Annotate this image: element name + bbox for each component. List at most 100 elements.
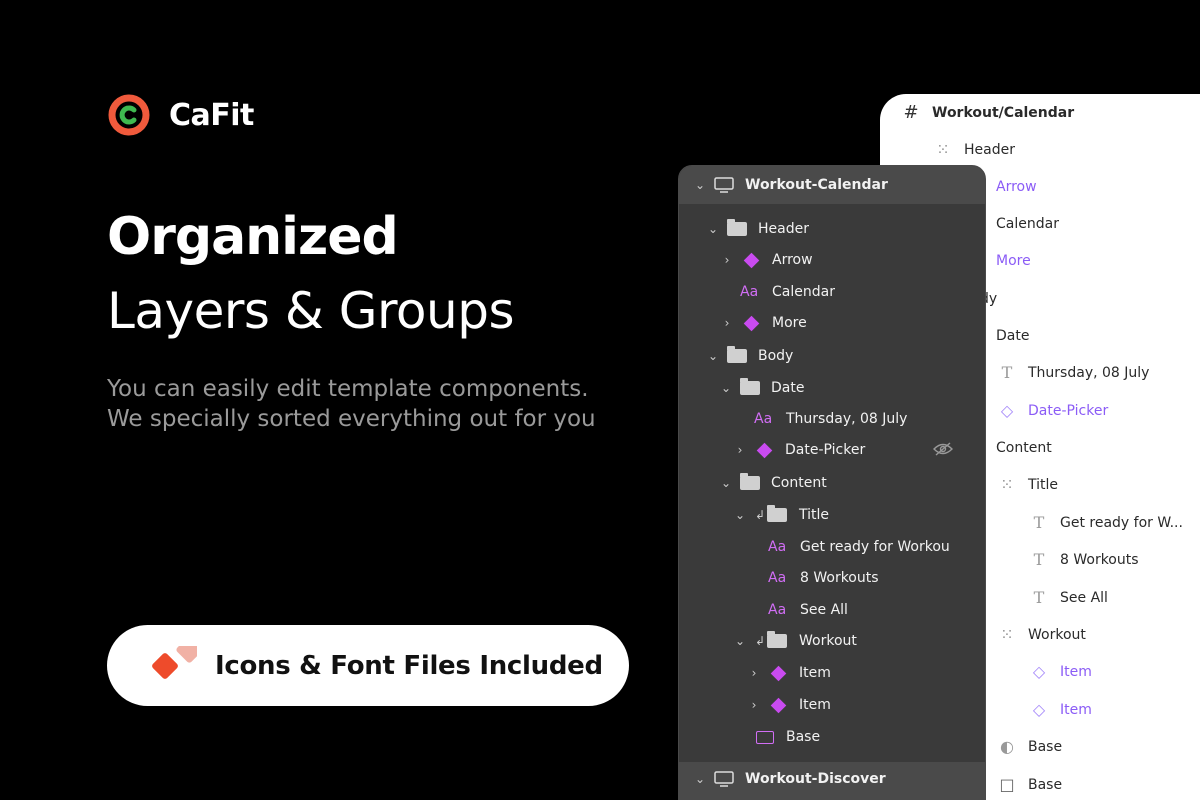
component-diamond-icon bbox=[767, 665, 789, 681]
chevron-down-icon[interactable]: ⌄ bbox=[693, 178, 707, 192]
light-panel-title: Workout/Calendar bbox=[932, 104, 1075, 121]
dark-layer-base[interactable]: Base bbox=[754, 721, 820, 753]
dark-layer-more[interactable]: › More bbox=[720, 307, 807, 339]
subtitle: You can easily edit template components.… bbox=[107, 374, 627, 434]
dark-layer-label: Arrow bbox=[772, 252, 813, 268]
light-layer-thursday[interactable]: T Thursday, 08 July bbox=[998, 354, 1150, 391]
light-layer-label: 8 Workouts bbox=[1060, 551, 1139, 568]
text-aa-icon: Aa bbox=[740, 284, 759, 300]
dark-layer-date[interactable]: ⌄ Date bbox=[719, 372, 804, 404]
brand-name: CaFit bbox=[169, 97, 254, 133]
monitor-icon bbox=[713, 177, 735, 193]
dark-layer-item[interactable]: › Item bbox=[747, 657, 831, 689]
auto-layout-folder-icon: ↲ bbox=[753, 505, 789, 523]
dark-layer-see-all[interactable]: Aa See All bbox=[768, 594, 848, 626]
dark-layer-title[interactable]: ⌄ ↲ Title bbox=[733, 499, 829, 531]
dark-layer-date-picker[interactable]: › Date-Picker bbox=[733, 434, 973, 466]
chevron-down-icon[interactable]: ⌄ bbox=[733, 634, 747, 648]
dark-layer-workout[interactable]: ⌄ ↲ Workout bbox=[733, 625, 857, 657]
chevron-down-icon[interactable]: ⌄ bbox=[733, 508, 747, 522]
rectangle-icon: □ bbox=[999, 775, 1015, 794]
light-layer-date[interactable]: Date bbox=[996, 317, 1029, 354]
dark-layer-label: Content bbox=[771, 475, 827, 491]
component-diamond-icon bbox=[740, 315, 762, 331]
dark-panel-title: Workout-Calendar bbox=[745, 177, 888, 193]
text-aa-icon: Aa bbox=[768, 602, 787, 618]
dark-layer-label: Item bbox=[799, 697, 831, 713]
dark-layer-header[interactable]: ⌄ Header bbox=[706, 213, 809, 245]
light-layer-label: Date-Picker bbox=[1028, 402, 1109, 419]
dark-layer-label: Base bbox=[786, 729, 821, 745]
light-layer-base[interactable]: ◐ Base bbox=[998, 728, 1062, 765]
light-layer-title[interactable]: ⁙ Title bbox=[998, 466, 1058, 503]
light-layer-label: More bbox=[996, 252, 1031, 269]
light-layer-workout[interactable]: ⁙ Workout bbox=[998, 616, 1086, 653]
text-aa-icon: Aa bbox=[754, 411, 773, 427]
chevron-down-icon[interactable]: ⌄ bbox=[706, 222, 720, 236]
dark-layer-8-workouts[interactable]: Aa 8 Workouts bbox=[768, 562, 879, 594]
dark-layer-label: Date bbox=[771, 380, 805, 396]
chevron-down-icon[interactable]: ⌄ bbox=[719, 476, 733, 490]
brand: CaFit bbox=[107, 94, 254, 136]
chevron-down-icon[interactable]: ⌄ bbox=[719, 381, 733, 395]
folder-icon bbox=[739, 473, 761, 491]
dark-layer-calendar[interactable]: Aa Calendar bbox=[740, 276, 835, 308]
eye-hidden-icon[interactable] bbox=[933, 441, 953, 460]
light-layer-item[interactable]: ◇ Item bbox=[1030, 653, 1092, 690]
chevron-right-icon[interactable]: › bbox=[747, 698, 761, 712]
instance-diamond-icon: ◇ bbox=[1032, 662, 1046, 681]
light-layer-date-picker[interactable]: ◇ Date-Picker bbox=[998, 392, 1108, 429]
light-layer-base[interactable]: □ Base bbox=[998, 766, 1062, 800]
light-layer-label: Thursday, 08 July bbox=[1028, 364, 1150, 381]
text-t-icon: T bbox=[1033, 513, 1045, 532]
dark-layer-label: More bbox=[772, 315, 807, 331]
dark-layer-label: Get ready for Workou bbox=[800, 539, 950, 555]
group-dotted-icon: ⁙ bbox=[1000, 625, 1014, 644]
chevron-right-icon[interactable]: › bbox=[720, 316, 734, 330]
dark-layer-label: Date-Picker bbox=[785, 442, 866, 458]
light-layer-label: Header bbox=[964, 141, 1015, 158]
light-panel-title-row[interactable]: # Workout/Calendar bbox=[902, 94, 1074, 131]
light-layer-header[interactable]: ⁙ Header bbox=[934, 131, 1015, 168]
feature-pill-label: Icons & Font Files Included bbox=[215, 650, 603, 681]
light-layer-see-all[interactable]: T See All bbox=[1030, 579, 1108, 616]
group-dotted-icon: ⁙ bbox=[936, 140, 950, 159]
light-layer-label: Content bbox=[996, 439, 1052, 456]
dark-layer-label: Body bbox=[758, 348, 794, 364]
chevron-right-icon[interactable]: › bbox=[720, 253, 734, 267]
text-aa-icon: Aa bbox=[768, 570, 787, 586]
dark-layer-get-ready[interactable]: Aa Get ready for Workou bbox=[768, 531, 950, 563]
dark-layer-body[interactable]: ⌄ Body bbox=[706, 340, 793, 372]
rectangle-icon bbox=[754, 729, 776, 745]
light-layer-content[interactable]: Content bbox=[996, 429, 1052, 466]
light-layer-get-ready[interactable]: T Get ready for W... bbox=[1030, 504, 1183, 541]
text-t-icon: T bbox=[1033, 550, 1045, 569]
dark-panel-footer-row[interactable]: ⌄ Workout-Discover bbox=[693, 763, 886, 795]
chevron-right-icon[interactable]: › bbox=[733, 443, 747, 457]
light-layer-item[interactable]: ◇ Item bbox=[1030, 691, 1092, 728]
light-layer-calendar[interactable]: Calendar bbox=[996, 205, 1059, 242]
auto-layout-folder-icon: ↲ bbox=[753, 631, 789, 649]
light-layer-arrow[interactable]: Arrow bbox=[996, 168, 1037, 205]
component-diamond-icon bbox=[753, 442, 775, 458]
dark-layer-content[interactable]: ⌄ Content bbox=[719, 467, 827, 499]
dark-layers-panel: ⌄ Workout-Calendar ⌄ Header › Arrow Aa C… bbox=[678, 165, 986, 800]
chevron-down-icon[interactable]: ⌄ bbox=[693, 772, 707, 786]
dark-layer-label: Workout bbox=[799, 633, 857, 649]
chevron-down-icon[interactable]: ⌄ bbox=[706, 349, 720, 363]
component-diamond-icon bbox=[740, 252, 762, 268]
dark-layer-arrow[interactable]: › Arrow bbox=[720, 244, 813, 276]
dark-panel-footer-title: Workout-Discover bbox=[745, 771, 886, 787]
light-layer-more[interactable]: More bbox=[996, 242, 1031, 279]
light-layer-8-workouts[interactable]: T 8 Workouts bbox=[1030, 541, 1139, 578]
frame-hash-icon: # bbox=[903, 102, 919, 123]
dark-panel-title-row[interactable]: ⌄ Workout-Calendar bbox=[693, 169, 888, 201]
dark-layer-item[interactable]: › Item bbox=[747, 689, 831, 721]
dark-layer-thursday[interactable]: Aa Thursday, 08 July bbox=[754, 403, 907, 435]
light-layer-label: Base bbox=[1028, 776, 1063, 793]
chevron-right-icon[interactable]: › bbox=[747, 666, 761, 680]
dark-layer-label: 8 Workouts bbox=[800, 570, 879, 586]
light-layer-label: Workout bbox=[1028, 626, 1086, 643]
dark-layer-label: See All bbox=[800, 602, 848, 618]
headline-secondary: Layers & Groups bbox=[107, 282, 515, 340]
